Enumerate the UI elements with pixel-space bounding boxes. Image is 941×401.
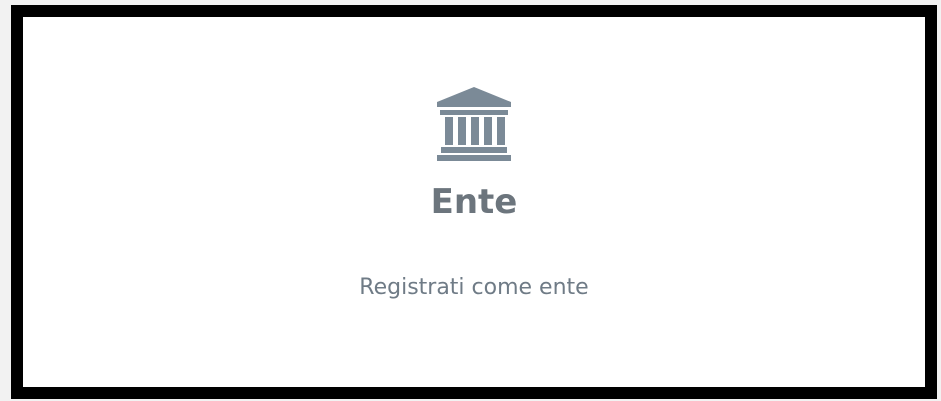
card-subtitle: Registrati come ente [359, 275, 589, 300]
card-title: Ente [430, 182, 518, 222]
ente-registration-card[interactable]: Ente Registrati come ente [11, 5, 937, 399]
bank-building-icon [433, 83, 515, 165]
